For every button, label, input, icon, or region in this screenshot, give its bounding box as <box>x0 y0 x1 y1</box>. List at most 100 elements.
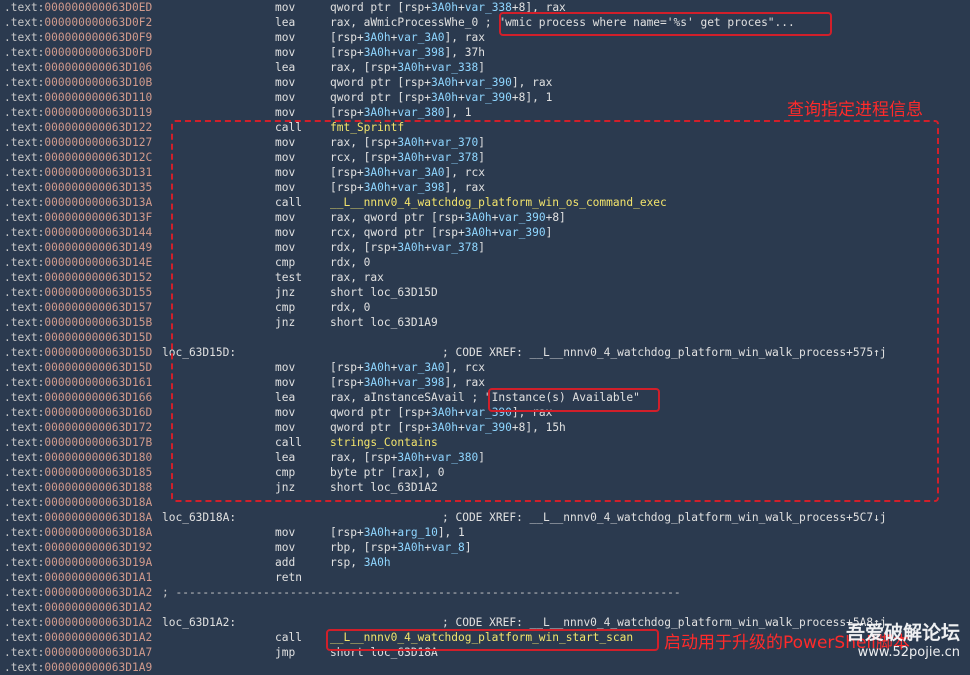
instruction-mnemonic: mov <box>275 526 296 539</box>
instruction-operands: [rsp+3A0h+var_398], 37h <box>330 46 485 59</box>
address-offset: 000000000063D122 <box>44 121 153 134</box>
address-offset: 000000000063D18A <box>44 526 153 539</box>
segment-name: .text: <box>4 166 45 179</box>
code-label[interactable]: loc_63D1A2: <box>162 615 236 630</box>
segment-name: .text: <box>4 376 45 389</box>
instruction-mnemonic: lea <box>275 61 296 74</box>
segment-name: .text: <box>4 346 45 359</box>
query-process-annotation: 查询指定进程信息 <box>787 100 923 120</box>
address-offset: 000000000063D155 <box>44 286 153 299</box>
address-offset: 000000000063D12C <box>44 151 153 164</box>
segment-name: .text: <box>4 316 45 329</box>
listing-row[interactable]: .text:000000000063D1A9 <box>0 660 970 675</box>
segment-name: .text: <box>4 16 45 29</box>
instruction-operands: rbp, [rsp+3A0h+var_8] <box>330 541 472 554</box>
address-offset: 000000000063D188 <box>44 481 153 494</box>
segment-name: .text: <box>4 646 45 659</box>
address-offset: 000000000063D1A9 <box>44 661 153 674</box>
instruction-operands: qword ptr [rsp+3A0h+var_390], rax <box>330 76 553 89</box>
address-offset: 000000000063D10B <box>44 76 153 89</box>
instruction-mnemonic: lea <box>275 16 296 29</box>
query-process-block <box>171 120 939 502</box>
segment-name: .text: <box>4 541 45 554</box>
row-address: .text:000000000063D0F9 <box>4 30 152 45</box>
row-address: .text:000000000063D110 <box>4 90 152 105</box>
watermark-title: 吾爱破解论坛 <box>845 622 960 644</box>
segment-name: .text: <box>4 151 45 164</box>
segment-name: .text: <box>4 571 45 584</box>
row-address: .text:000000000063D188 <box>4 480 152 495</box>
row-address: .text:000000000063D18A <box>4 495 152 510</box>
address-offset: 000000000063D1A7 <box>44 646 153 659</box>
watermark: 吾爱破解论坛 www.52pojie.cn <box>846 618 960 660</box>
instruction-mnemonic: call <box>275 631 302 644</box>
segment-name: .text: <box>4 226 45 239</box>
row-address: .text:000000000063D152 <box>4 270 152 285</box>
row-address: .text:000000000063D0F2 <box>4 15 152 30</box>
row-address: .text:000000000063D1A9 <box>4 660 152 675</box>
address-offset: 000000000063D0ED <box>44 1 153 14</box>
row-address: .text:000000000063D131 <box>4 165 152 180</box>
segment-name: .text: <box>4 466 45 479</box>
instruction-mnemonic: mov <box>275 91 296 104</box>
address-offset: 000000000063D1A2 <box>44 631 153 644</box>
listing-row[interactable]: .text:000000000063D18A mov [rsp+3A0h+arg_1… <box>0 525 970 540</box>
address-offset: 000000000063D110 <box>44 91 153 104</box>
address-offset: 000000000063D131 <box>44 166 153 179</box>
row-address: .text:000000000063D144 <box>4 225 152 240</box>
segment-name: .text: <box>4 631 45 644</box>
row-address: .text:000000000063D15D <box>4 330 152 345</box>
address-offset: 000000000063D0F9 <box>44 31 153 44</box>
listing-row[interactable]: .text:000000000063D1A2 <box>0 600 970 615</box>
row-address: .text:000000000063D15D <box>4 345 152 360</box>
listing-row[interactable]: .text:000000000063D192 mov rbp, [rsp+3A0h+… <box>0 540 970 555</box>
row-address: .text:000000000063D166 <box>4 390 152 405</box>
row-address: .text:000000000063D17B <box>4 435 152 450</box>
row-address: .text:000000000063D149 <box>4 240 152 255</box>
listing-row[interactable]: .text:000000000063D0FD mov [rsp+3A0h+var_3… <box>0 45 970 60</box>
segment-name: .text: <box>4 256 45 269</box>
listing-row[interactable]: .text:000000000063D18A loc_63D18A: ; CODE … <box>0 510 970 525</box>
code-label[interactable]: loc_63D18A: <box>162 510 236 525</box>
instruction-operands: rax, [rsp+3A0h+var_338] <box>330 61 485 74</box>
segment-name: .text: <box>4 481 45 494</box>
instruction-mnemonic: mov <box>275 31 296 44</box>
row-address: .text:000000000063D0FD <box>4 45 152 60</box>
segment-name: .text: <box>4 106 45 119</box>
segment-name: .text: <box>4 406 45 419</box>
address-offset: 000000000063D0F2 <box>44 16 153 29</box>
row-address: .text:000000000063D18A <box>4 510 152 525</box>
row-address: .text:000000000063D119 <box>4 105 152 120</box>
listing-row[interactable]: .text:000000000063D106 lea rax, [rsp+3A0h+… <box>0 60 970 75</box>
segment-name: .text: <box>4 496 45 509</box>
instruction-mnemonic: mov <box>275 76 296 89</box>
row-address: .text:000000000063D185 <box>4 465 152 480</box>
address-offset: 000000000063D127 <box>44 136 153 149</box>
address-offset: 000000000063D172 <box>44 421 153 434</box>
instruction-operands: qword ptr [rsp+3A0h+var_390+8], 1 <box>330 91 553 104</box>
row-address: .text:000000000063D10B <box>4 75 152 90</box>
address-offset: 000000000063D161 <box>44 376 153 389</box>
address-offset: 000000000063D106 <box>44 61 153 74</box>
address-offset: 000000000063D15D <box>44 346 153 359</box>
row-address: .text:000000000063D1A1 <box>4 570 152 585</box>
segment-name: .text: <box>4 601 45 614</box>
address-offset: 000000000063D1A1 <box>44 571 153 584</box>
listing-row[interactable]: .text:000000000063D1A2 ; ----------------… <box>0 585 970 600</box>
segment-name: .text: <box>4 451 45 464</box>
code-xref-comment[interactable]: ; CODE XREF: __L__nnnv0_4_watchdog_platf… <box>442 510 887 525</box>
segment-name: .text: <box>4 511 45 524</box>
row-address: .text:000000000063D15B <box>4 315 152 330</box>
row-address: .text:000000000063D122 <box>4 120 152 135</box>
address-offset: 000000000063D1A2 <box>44 616 153 629</box>
instruction-mnemonic: mov <box>275 106 296 119</box>
address-offset: 000000000063D1A2 <box>44 601 153 614</box>
segment-name: .text: <box>4 301 45 314</box>
listing-row[interactable]: .text:000000000063D19A add rsp, 3A0h <box>0 555 970 570</box>
row-address: .text:000000000063D161 <box>4 375 152 390</box>
listing-row[interactable]: .text:000000000063D1A1 retn <box>0 570 970 585</box>
address-offset: 000000000063D17B <box>44 436 153 449</box>
listing-row[interactable]: .text:000000000063D10B mov qword ptr [rsp+… <box>0 75 970 90</box>
row-address: .text:000000000063D18A <box>4 525 152 540</box>
address-offset: 000000000063D16D <box>44 406 153 419</box>
